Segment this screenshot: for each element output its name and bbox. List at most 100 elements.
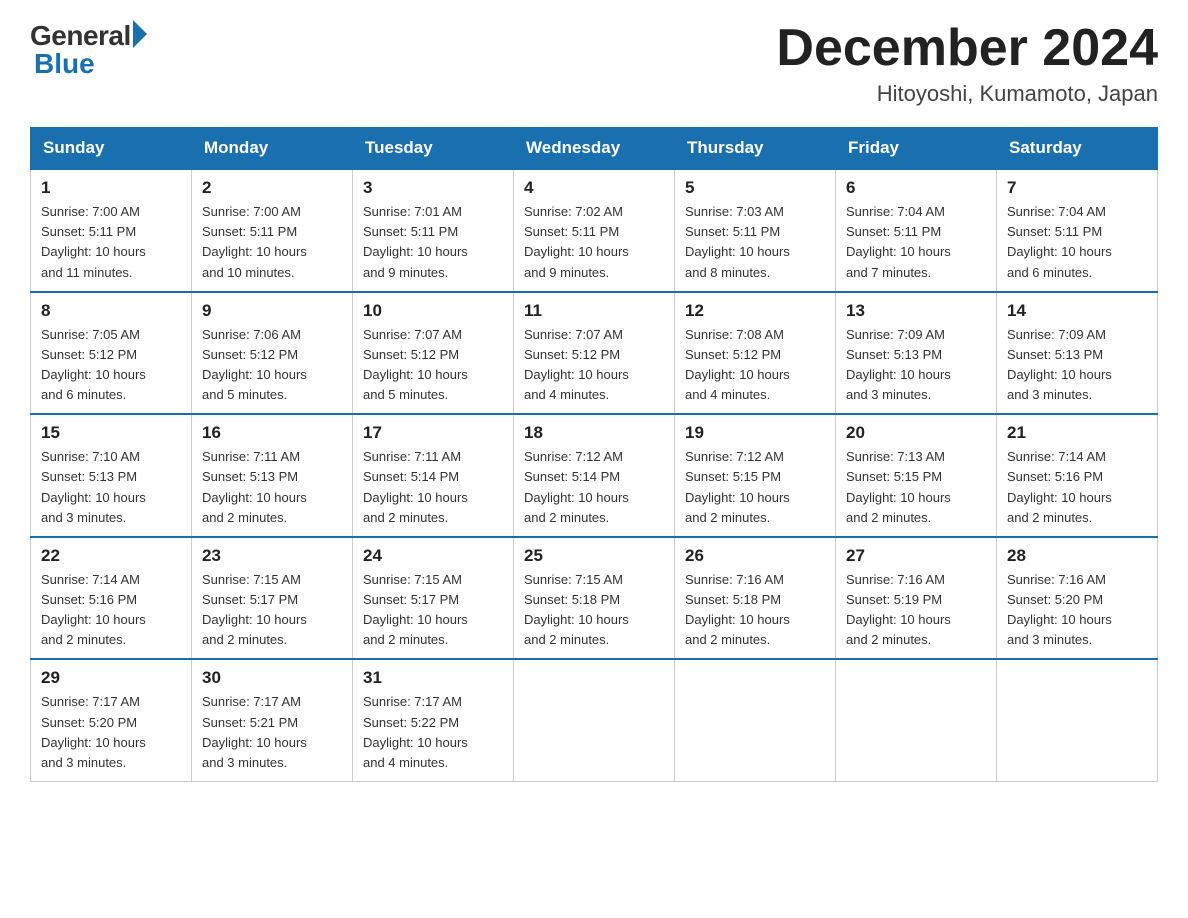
day-info: Sunrise: 7:17 AMSunset: 5:21 PMDaylight:… xyxy=(202,692,342,773)
day-number: 20 xyxy=(846,423,986,443)
day-info: Sunrise: 7:15 AMSunset: 5:17 PMDaylight:… xyxy=(363,570,503,651)
calendar-cell: 5Sunrise: 7:03 AMSunset: 5:11 PMDaylight… xyxy=(675,169,836,292)
calendar-cell: 17 Sunrise: 7:11 AMSunset: 5:14 PMDayligh… xyxy=(353,414,514,537)
day-number: 27 xyxy=(846,546,986,566)
column-header-monday: Monday xyxy=(192,128,353,170)
day-number: 4 xyxy=(524,178,664,198)
calendar-cell: 3 Sunrise: 7:01 AMSunset: 5:11 PMDaylight… xyxy=(353,169,514,292)
calendar-cell: 13 Sunrise: 7:09 AMSunset: 5:13 PMDayligh… xyxy=(836,292,997,415)
calendar-cell xyxy=(514,659,675,781)
calendar-cell: 28 Sunrise: 7:16 AMSunset: 5:20 PMDayligh… xyxy=(997,537,1158,660)
calendar-cell: 12 Sunrise: 7:08 AMSunset: 5:12 PMDayligh… xyxy=(675,292,836,415)
day-info: Sunrise: 7:16 AMSunset: 5:18 PMDaylight:… xyxy=(685,570,825,651)
day-info: Sunrise: 7:15 AMSunset: 5:18 PMDaylight:… xyxy=(524,570,664,651)
calendar-cell: 24 Sunrise: 7:15 AMSunset: 5:17 PMDayligh… xyxy=(353,537,514,660)
day-info: Sunrise: 7:10 AMSunset: 5:13 PMDaylight:… xyxy=(41,447,181,528)
day-number: 3 xyxy=(363,178,503,198)
calendar-cell: 1 Sunrise: 7:00 AMSunset: 5:11 PMDaylight… xyxy=(31,169,192,292)
day-number: 9 xyxy=(202,301,342,321)
day-info: Sunrise: 7:06 AMSunset: 5:12 PMDaylight:… xyxy=(202,325,342,406)
day-number: 2 xyxy=(202,178,342,198)
calendar-cell: 21 Sunrise: 7:14 AMSunset: 5:16 PMDayligh… xyxy=(997,414,1158,537)
day-number: 18 xyxy=(524,423,664,443)
calendar-cell: 23 Sunrise: 7:15 AMSunset: 5:17 PMDayligh… xyxy=(192,537,353,660)
day-info: Sunrise: 7:04 AMSunset: 5:11 PMDaylight:… xyxy=(1007,202,1147,283)
column-header-friday: Friday xyxy=(836,128,997,170)
calendar-cell xyxy=(836,659,997,781)
calendar-cell: 26 Sunrise: 7:16 AMSunset: 5:18 PMDayligh… xyxy=(675,537,836,660)
day-number: 15 xyxy=(41,423,181,443)
day-number: 22 xyxy=(41,546,181,566)
logo-blue-text: Blue xyxy=(30,48,95,80)
day-info: Sunrise: 7:08 AMSunset: 5:12 PMDaylight:… xyxy=(685,325,825,406)
day-info: Sunrise: 7:01 AMSunset: 5:11 PMDaylight:… xyxy=(363,202,503,283)
calendar-cell: 7 Sunrise: 7:04 AMSunset: 5:11 PMDaylight… xyxy=(997,169,1158,292)
page-header: General Blue December 2024 Hitoyoshi, Ku… xyxy=(30,20,1158,107)
day-info: Sunrise: 7:13 AMSunset: 5:15 PMDaylight:… xyxy=(846,447,986,528)
day-info: Sunrise: 7:14 AMSunset: 5:16 PMDaylight:… xyxy=(1007,447,1147,528)
logo-arrow-icon xyxy=(133,20,147,48)
week-row-3: 15 Sunrise: 7:10 AMSunset: 5:13 PMDayligh… xyxy=(31,414,1158,537)
day-info: Sunrise: 7:17 AMSunset: 5:22 PMDaylight:… xyxy=(363,692,503,773)
calendar-header-row: SundayMondayTuesdayWednesdayThursdayFrid… xyxy=(31,128,1158,170)
title-section: December 2024 Hitoyoshi, Kumamoto, Japan xyxy=(776,20,1158,107)
calendar-cell: 16 Sunrise: 7:11 AMSunset: 5:13 PMDayligh… xyxy=(192,414,353,537)
calendar-cell: 9 Sunrise: 7:06 AMSunset: 5:12 PMDaylight… xyxy=(192,292,353,415)
week-row-1: 1 Sunrise: 7:00 AMSunset: 5:11 PMDaylight… xyxy=(31,169,1158,292)
month-title: December 2024 xyxy=(776,20,1158,77)
column-header-tuesday: Tuesday xyxy=(353,128,514,170)
day-info: Sunrise: 7:16 AMSunset: 5:20 PMDaylight:… xyxy=(1007,570,1147,651)
calendar-cell xyxy=(675,659,836,781)
day-number: 24 xyxy=(363,546,503,566)
day-info: Sunrise: 7:11 AMSunset: 5:13 PMDaylight:… xyxy=(202,447,342,528)
day-number: 17 xyxy=(363,423,503,443)
day-number: 5 xyxy=(685,178,825,198)
calendar-cell xyxy=(997,659,1158,781)
day-number: 29 xyxy=(41,668,181,688)
calendar-cell: 2 Sunrise: 7:00 AMSunset: 5:11 PMDaylight… xyxy=(192,169,353,292)
column-header-saturday: Saturday xyxy=(997,128,1158,170)
day-info: Sunrise: 7:12 AMSunset: 5:14 PMDaylight:… xyxy=(524,447,664,528)
day-number: 10 xyxy=(363,301,503,321)
calendar-cell: 30 Sunrise: 7:17 AMSunset: 5:21 PMDayligh… xyxy=(192,659,353,781)
day-number: 14 xyxy=(1007,301,1147,321)
day-info: Sunrise: 7:15 AMSunset: 5:17 PMDaylight:… xyxy=(202,570,342,651)
day-info: Sunrise: 7:11 AMSunset: 5:14 PMDaylight:… xyxy=(363,447,503,528)
day-number: 7 xyxy=(1007,178,1147,198)
day-number: 11 xyxy=(524,301,664,321)
calendar-cell: 19 Sunrise: 7:12 AMSunset: 5:15 PMDayligh… xyxy=(675,414,836,537)
day-info: Sunrise: 7:02 AMSunset: 5:11 PMDaylight:… xyxy=(524,202,664,283)
column-header-thursday: Thursday xyxy=(675,128,836,170)
day-number: 1 xyxy=(41,178,181,198)
day-number: 25 xyxy=(524,546,664,566)
calendar-cell: 6Sunrise: 7:04 AMSunset: 5:11 PMDaylight… xyxy=(836,169,997,292)
day-info: Sunrise: 7:14 AMSunset: 5:16 PMDaylight:… xyxy=(41,570,181,651)
day-info: Sunrise: 7:09 AMSunset: 5:13 PMDaylight:… xyxy=(846,325,986,406)
calendar-cell: 31Sunrise: 7:17 AMSunset: 5:22 PMDayligh… xyxy=(353,659,514,781)
calendar-cell: 4 Sunrise: 7:02 AMSunset: 5:11 PMDaylight… xyxy=(514,169,675,292)
calendar-cell: 25 Sunrise: 7:15 AMSunset: 5:18 PMDayligh… xyxy=(514,537,675,660)
day-info: Sunrise: 7:07 AMSunset: 5:12 PMDaylight:… xyxy=(524,325,664,406)
day-info: Sunrise: 7:12 AMSunset: 5:15 PMDaylight:… xyxy=(685,447,825,528)
calendar-cell: 15 Sunrise: 7:10 AMSunset: 5:13 PMDayligh… xyxy=(31,414,192,537)
day-info: Sunrise: 7:16 AMSunset: 5:19 PMDaylight:… xyxy=(846,570,986,651)
calendar-cell: 14 Sunrise: 7:09 AMSunset: 5:13 PMDayligh… xyxy=(997,292,1158,415)
day-number: 26 xyxy=(685,546,825,566)
location: Hitoyoshi, Kumamoto, Japan xyxy=(776,81,1158,107)
week-row-4: 22 Sunrise: 7:14 AMSunset: 5:16 PMDayligh… xyxy=(31,537,1158,660)
day-number: 28 xyxy=(1007,546,1147,566)
day-number: 12 xyxy=(685,301,825,321)
calendar-table: SundayMondayTuesdayWednesdayThursdayFrid… xyxy=(30,127,1158,782)
day-number: 30 xyxy=(202,668,342,688)
day-number: 16 xyxy=(202,423,342,443)
calendar-cell: 22 Sunrise: 7:14 AMSunset: 5:16 PMDayligh… xyxy=(31,537,192,660)
day-info: Sunrise: 7:09 AMSunset: 5:13 PMDaylight:… xyxy=(1007,325,1147,406)
day-number: 21 xyxy=(1007,423,1147,443)
day-info: Sunrise: 7:00 AMSunset: 5:11 PMDaylight:… xyxy=(41,202,181,283)
calendar-cell: 8Sunrise: 7:05 AMSunset: 5:12 PMDaylight… xyxy=(31,292,192,415)
day-number: 13 xyxy=(846,301,986,321)
logo: General Blue xyxy=(30,20,147,80)
day-info: Sunrise: 7:00 AMSunset: 5:11 PMDaylight:… xyxy=(202,202,342,283)
day-number: 19 xyxy=(685,423,825,443)
day-number: 23 xyxy=(202,546,342,566)
